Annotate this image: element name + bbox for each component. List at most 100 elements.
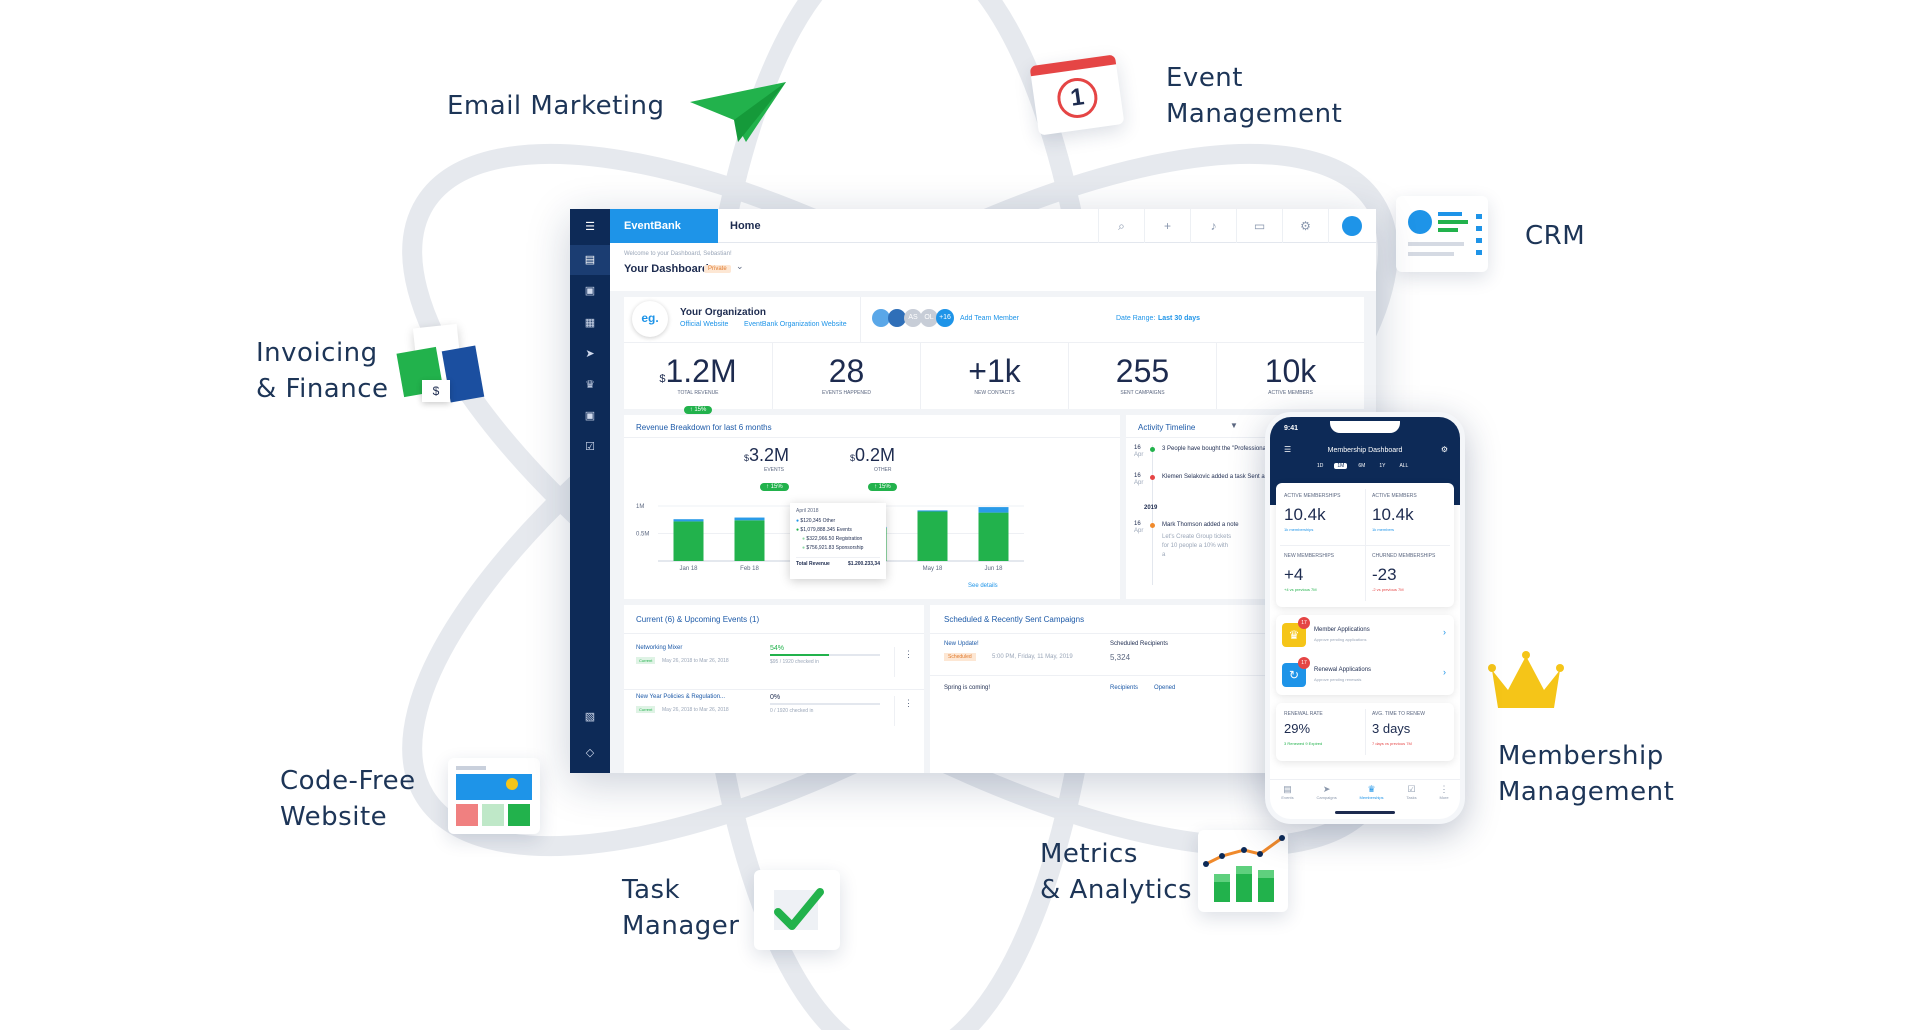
date-range-select[interactable]: Last 30 days — [1158, 315, 1200, 322]
more-vertical-icon[interactable]: ⋮ — [904, 698, 913, 709]
chevron-down-icon[interactable]: ⌄ — [736, 261, 744, 272]
bottom-nav-item[interactable]: ☑ Tasks — [1406, 784, 1416, 809]
event-checkin: 0 / 1920 checked in — [770, 708, 814, 714]
campaign-col-opened: Opened — [1154, 685, 1176, 691]
bottom-nav-item[interactable]: ➤ Campaigns — [1316, 784, 1336, 809]
kpi-label: ACTIVE MEMBERS — [1268, 390, 1313, 396]
kpi-row: $1.2M TOTAL REVENUE ↑ 15% 28 EVENTS HAPPEN… — [624, 343, 1364, 414]
event-progress-track — [770, 703, 880, 705]
welcome-text: Welcome to your Dashboard, Sebastian! — [624, 251, 732, 257]
feature-website-line2: Website — [280, 802, 388, 832]
timeline-month: Apr — [1134, 452, 1144, 458]
brand-name[interactable]: EventBank — [610, 209, 718, 243]
calendar-icon: 1 — [1029, 54, 1125, 136]
event-percent: 0% — [770, 694, 781, 701]
add-team-member-link[interactable]: Add Team Member — [960, 315, 1019, 322]
chart-tooltip: April 2018 ● $120,345 Other ● $1,079,888… — [790, 503, 886, 579]
team-more-count[interactable]: +16 — [936, 309, 954, 327]
page-title-home[interactable]: Home — [730, 209, 761, 243]
phone-settings-icon[interactable]: ⚙ — [1441, 445, 1448, 454]
bottom-nav-item[interactable]: ▤ Events — [1281, 784, 1293, 809]
campaigns-title: Scheduled & Recently Sent Campaigns — [944, 615, 1085, 624]
analytics-chart-icon — [1198, 830, 1288, 912]
tooltip-total-value: $1.200.233,34 — [848, 561, 880, 567]
bottom-nav-label: Tasks — [1406, 795, 1417, 800]
x-tick-label: Jan 18 — [679, 566, 698, 572]
campaigns-send-icon[interactable]: ➤ — [582, 346, 598, 362]
crown-icon — [1488, 651, 1564, 708]
timeline-title: Activity Timeline — [1138, 423, 1196, 432]
membership-stats-card: ACTIVE MEMBERSHIPS 10.4k 1k memberships … — [1276, 483, 1454, 607]
kpi-label: EVENTS HAPPENED — [822, 390, 871, 396]
event-row[interactable]: New Year Policies & Regulation... Curren… — [624, 689, 924, 733]
campaign-date: 5:00 PM, Friday, 11 May, 2019 — [992, 654, 1073, 660]
notification-badge: 17 — [1298, 657, 1310, 669]
menu-toggle-icon[interactable]: ☰ — [582, 219, 598, 235]
timeline-entry: 3 People have bought the "Professional E — [1162, 446, 1273, 452]
campaign-name[interactable]: Spring is coming! — [944, 685, 990, 691]
renewal-stats-card: RENEWAL RATE 29% 3 Renewed 9 Expired AVG… — [1276, 703, 1454, 761]
member-applications-item[interactable]: ♛ 17 Member Applications Approve pending… — [1276, 615, 1454, 653]
campaign-status-badge: Scheduled — [944, 653, 976, 661]
official-website-link[interactable]: Official Website — [680, 321, 728, 328]
notification-badge: 17 — [1298, 617, 1310, 629]
other-legend: OTHER — [874, 467, 892, 473]
finance-wallet-icon[interactable]: ▣ — [582, 408, 598, 424]
membership-crown-icon[interactable]: ♛ — [582, 377, 598, 393]
tasks-check-icon[interactable]: ☑ — [582, 439, 598, 455]
settings-gear-icon[interactable]: ⚙ — [1282, 209, 1328, 243]
stat-value: 3 days — [1372, 721, 1411, 736]
tasks-icon: ☑ — [1407, 784, 1416, 794]
chat-icon[interactable]: ▭ — [1236, 209, 1282, 243]
campaign-col-recipients: Recipients — [1110, 685, 1139, 691]
event-name[interactable]: Networking Mixer — [636, 645, 682, 651]
renewal-applications-item[interactable]: ↻ 17 Renewal Applications Approve pendin… — [1276, 655, 1454, 693]
stat-value: 10.4k — [1284, 505, 1326, 524]
user-avatar[interactable] — [1328, 209, 1374, 243]
event-name[interactable]: New Year Policies & Regulation... — [636, 694, 725, 700]
org-website-link[interactable]: EventBank Organization Website — [744, 321, 847, 328]
event-progress-track — [770, 654, 880, 656]
bottom-nav-item[interactable]: ⋮ More — [1439, 784, 1448, 809]
phone-title: Membership Dashboard — [1327, 447, 1403, 454]
range-tab[interactable]: 1D — [1314, 463, 1326, 469]
tooltip-row: $756,921.83 Sponsorship — [806, 545, 864, 551]
range-tab[interactable]: 6M — [1355, 463, 1368, 469]
range-tab[interactable]: 1Y — [1376, 463, 1388, 469]
event-status-badge: Current — [636, 657, 656, 664]
dashboard-icon[interactable]: ▤ — [582, 252, 598, 268]
timeline-day: 16 — [1134, 473, 1141, 479]
notification-bell-icon[interactable]: ♪ — [1190, 209, 1236, 243]
stage: Email Marketing Event Management 1 CRM I… — [0, 0, 1920, 1030]
events-icon: ▤ — [1283, 784, 1292, 794]
event-row[interactable]: Networking Mixer Current May 26, 2018 to… — [624, 641, 924, 685]
events-total: 3.2M — [749, 445, 790, 465]
kpi-value: 10k — [1217, 353, 1364, 390]
dashboard-title[interactable]: Your Dashboard — [624, 263, 709, 275]
chevron-right-icon: › — [1443, 667, 1446, 677]
campaign-name[interactable]: New Update! — [944, 641, 979, 647]
more-vertical-icon[interactable]: ⋮ — [904, 649, 913, 660]
diamond-logo-icon[interactable]: ◇ — [582, 745, 598, 761]
events-calendar-icon[interactable]: ▦ — [582, 315, 598, 331]
reports-icon[interactable]: ▧ — [582, 709, 598, 725]
feature-website-line1: Code-Free — [280, 766, 416, 796]
bottom-nav-item[interactable]: ♛ Memberships — [1360, 784, 1384, 809]
contacts-icon[interactable]: ▣ — [582, 283, 598, 299]
range-tab[interactable]: ALL — [1396, 463, 1411, 469]
feature-event-management: Event Management — [1166, 60, 1342, 132]
kpi-label: NEW CONTACTS — [974, 390, 1015, 396]
search-icon[interactable]: ⌕ — [1098, 209, 1144, 243]
kpi-tile: +1k NEW CONTACTS — [920, 343, 1068, 409]
feature-event-line1: Event — [1166, 63, 1243, 93]
stat-sub: 7 days vs previous 7M — [1372, 741, 1412, 746]
see-details-link[interactable]: See details — [968, 583, 998, 589]
stat-sub: 3 Renewed 9 Expired — [1284, 741, 1323, 746]
filter-icon[interactable]: ▼ — [1230, 421, 1238, 430]
feature-invoicing-line1: Invoicing — [256, 338, 378, 368]
range-tab[interactable]: 1M — [1334, 463, 1348, 469]
add-icon[interactable]: + — [1144, 209, 1190, 243]
event-status-badge: Current — [636, 706, 656, 713]
events-card: Current (6) & Upcoming Events (1) Networ… — [624, 605, 924, 773]
applications-card: ♛ 17 Member Applications Approve pending… — [1276, 615, 1454, 695]
